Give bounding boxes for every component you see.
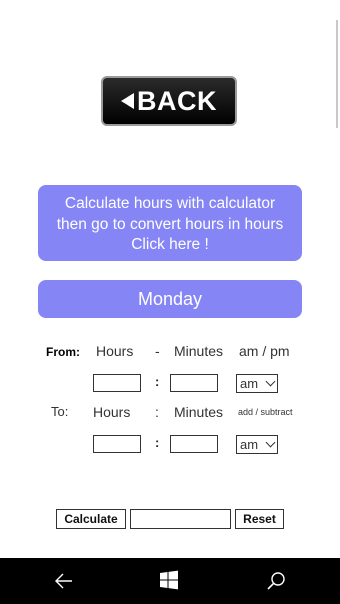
windows-icon[interactable]: [158, 569, 182, 593]
to-minutes-label: Minutes: [174, 404, 224, 420]
system-nav-bar: [0, 558, 340, 604]
to-ampm-value: am: [240, 437, 259, 452]
to-hours-label: Hours: [93, 404, 131, 420]
from-minutes-input[interactable]: [170, 374, 218, 392]
calculator-link-banner[interactable]: Calculate hours with calculator then go …: [38, 185, 302, 261]
day-banner: Monday: [38, 280, 302, 318]
day-label: Monday: [137, 289, 203, 309]
to-minutes-input[interactable]: [170, 435, 218, 453]
calculate-button[interactable]: Calculate: [56, 509, 126, 529]
back-button-label: BACK: [137, 85, 217, 116]
to-hours-input[interactable]: [93, 435, 141, 453]
chevron-down-icon: [265, 437, 276, 448]
from-ampm-select[interactable]: am: [236, 374, 278, 393]
from-hours-label: Hours: [96, 343, 134, 359]
from-minutes-label: Minutes: [174, 343, 224, 359]
ampm-label: am / pm: [239, 343, 290, 359]
from-colon: :: [155, 374, 160, 389]
from-ampm-value: am: [240, 376, 259, 391]
to-label: To:: [51, 404, 69, 419]
banner-line-2: then go to convert hours in hours: [56, 215, 284, 233]
scrollbar[interactable]: [336, 20, 338, 128]
banner-line-3: Click here !: [131, 236, 209, 253]
reset-button[interactable]: Reset: [235, 509, 284, 529]
from-hours-input[interactable]: [93, 374, 141, 392]
back-arrow-icon[interactable]: [52, 569, 76, 593]
back-arrow-icon: [121, 93, 134, 109]
from-label: From:: [46, 345, 80, 359]
to-colon: :: [155, 435, 160, 450]
add-subtract-label: add / subtract: [238, 407, 293, 417]
to-separator: :: [155, 404, 159, 420]
banner-line-1: Calculate hours with calculator: [64, 195, 276, 212]
to-ampm-select[interactable]: am: [236, 435, 278, 454]
result-field[interactable]: [130, 509, 231, 529]
chevron-down-icon: [265, 376, 276, 387]
search-icon[interactable]: [264, 569, 288, 593]
from-separator: -: [155, 343, 160, 359]
back-button[interactable]: BACK: [101, 76, 237, 126]
